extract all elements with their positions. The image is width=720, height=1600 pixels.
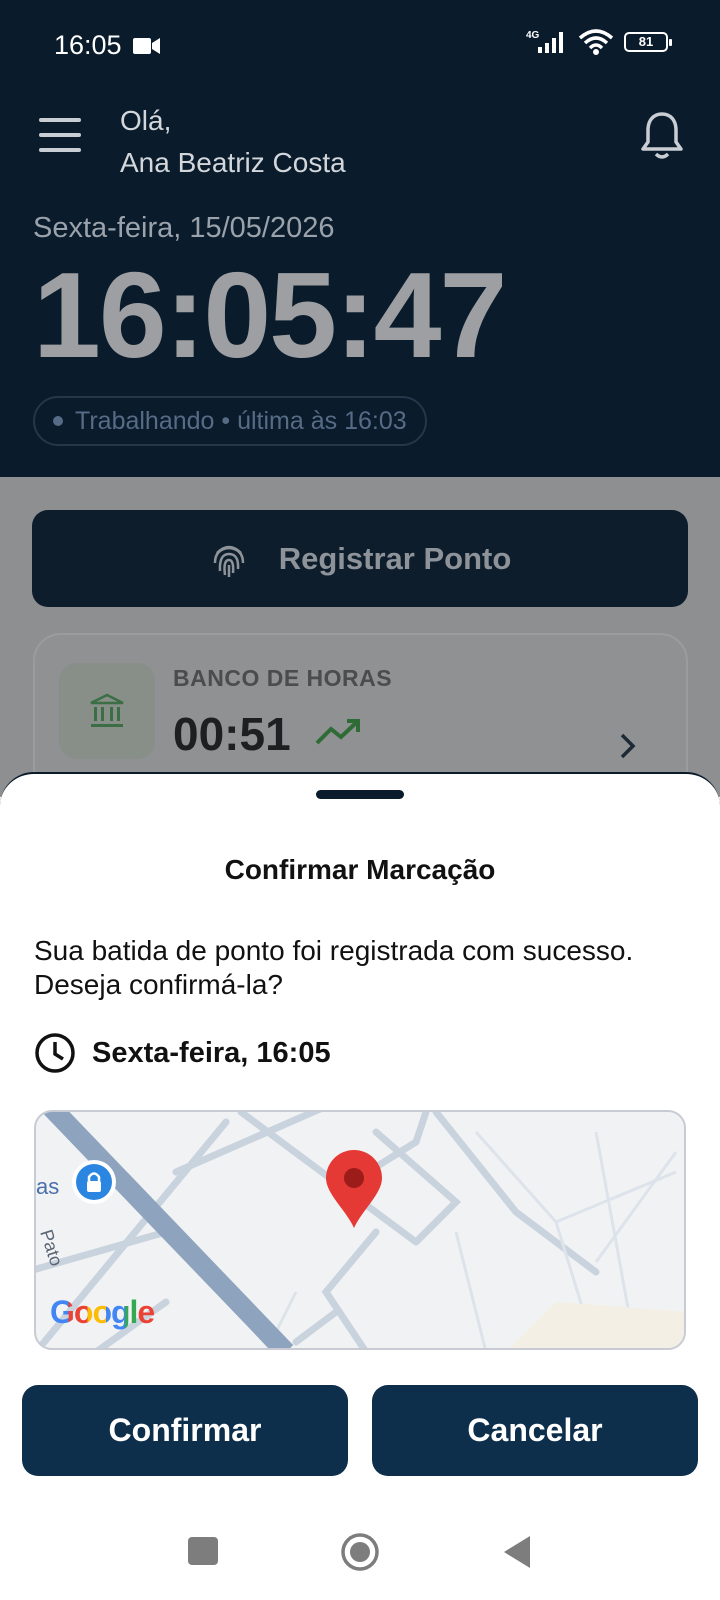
system-nav-bar <box>0 1506 720 1600</box>
current-date: Sexta-feira, 15/05/2026 <box>33 212 335 244</box>
work-status-text: Trabalhando • última às 16:03 <box>75 406 407 435</box>
cancel-button[interactable]: Cancelar <box>372 1385 698 1476</box>
confirm-button[interactable]: Confirmar <box>22 1385 348 1476</box>
trend-up-icon <box>315 719 360 745</box>
sheet-drag-handle[interactable] <box>316 790 404 799</box>
sheet-message: Sua batida de ponto foi registrada com s… <box>34 935 634 1000</box>
menu-icon[interactable] <box>39 118 81 154</box>
map-pin-icon <box>326 1150 382 1228</box>
sheet-title: Confirmar Marcação <box>224 854 496 885</box>
status-time: 16:05 <box>54 30 122 60</box>
user-name: Ana Beatriz Costa <box>120 147 346 178</box>
recents-button[interactable] <box>188 1537 218 1565</box>
signal-icon: 4G <box>526 30 563 53</box>
bell-icon[interactable] <box>638 110 686 162</box>
bank-icon <box>90 693 124 727</box>
confirm-bottom-sheet: Confirmar Marcação Sua batida de ponto f… <box>0 772 720 1506</box>
header: 16:05 4G 81 Olá, Ana Beatriz Costa Sexta… <box>0 0 720 477</box>
greeting: Olá, Ana Beatriz Costa <box>120 100 346 184</box>
home-button[interactable] <box>340 1532 380 1572</box>
punch-time-row: Sexta-feira, 16:05 <box>34 1032 331 1074</box>
location-map[interactable]: as Pato Google <box>34 1110 686 1350</box>
status-dot <box>53 416 63 426</box>
google-logo: Google <box>50 1294 155 1331</box>
wifi-icon <box>578 29 614 55</box>
map-street-name: Pato <box>36 1227 66 1268</box>
status-bar: 16:05 4G 81 <box>0 0 720 88</box>
network-label: 4G <box>526 30 540 41</box>
hour-bank-label: BANCO DE HORAS <box>173 665 393 691</box>
register-point-button[interactable]: Registrar Ponto <box>32 510 688 607</box>
lock-pin-icon[interactable] <box>70 1158 118 1210</box>
battery-indicator: 81 <box>624 32 672 52</box>
chevron-right-icon[interactable] <box>617 731 639 761</box>
map-place-label: as <box>36 1174 60 1199</box>
clock-icon <box>35 1033 75 1073</box>
register-point-label: Registrar Ponto <box>278 540 512 576</box>
work-status-badge: Trabalhando • última às 16:03 <box>33 396 427 446</box>
greeting-hello: Olá, <box>120 105 172 136</box>
camera-icon <box>133 38 160 54</box>
hour-bank-value: 00:51 <box>173 708 291 760</box>
google-logo-text: Google <box>50 1294 155 1330</box>
fingerprint-icon <box>213 545 244 577</box>
punch-time: Sexta-feira, 16:05 <box>92 1036 331 1069</box>
status-icons: 4G 81 <box>526 28 672 56</box>
current-clock: 16:05:47 <box>33 247 507 383</box>
back-button[interactable] <box>502 1534 532 1570</box>
bank-icon-box <box>59 663 155 759</box>
